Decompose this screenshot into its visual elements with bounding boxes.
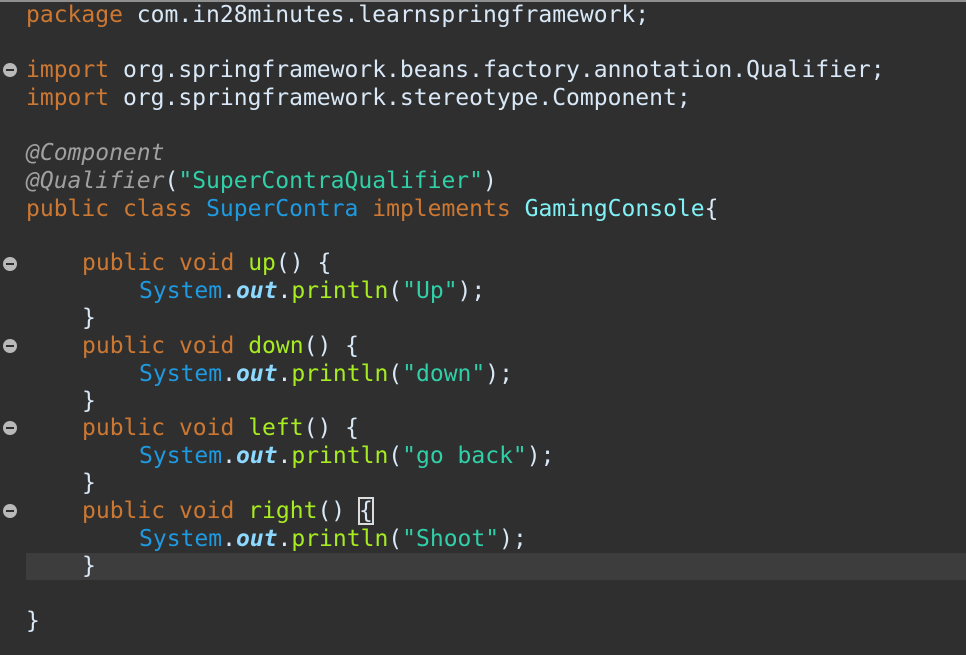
code-line-method-up[interactable]: public void up() { <box>82 249 331 277</box>
signature-tail: () <box>317 498 359 524</box>
code-line-class-close[interactable]: } <box>26 607 40 635</box>
system-class: System <box>139 526 223 552</box>
fold-method-down-icon[interactable] <box>3 339 17 353</box>
println-call: println <box>291 278 389 304</box>
annotation: @Component <box>26 140 165 166</box>
code-line-println-down[interactable]: System.out.println("down"); <box>139 360 513 388</box>
string-literal: "down" <box>402 361 486 387</box>
code-line-close-left[interactable]: } <box>82 469 96 497</box>
statement-end: ); <box>499 526 527 552</box>
package-keyword: package <box>26 2 123 28</box>
void-keyword: void <box>178 333 235 359</box>
public-keyword: public <box>82 498 166 524</box>
signature-tail: () { <box>303 333 359 359</box>
dot: . <box>277 526 292 552</box>
annotation: @Qualifier <box>26 168 165 194</box>
dot: . <box>222 278 236 304</box>
code-line-annotation-component[interactable]: @Component <box>26 139 164 167</box>
code-line-class-declaration[interactable]: public class SuperContra implements Gami… <box>26 195 718 223</box>
import-path: org.springframework.beans.factory.annota… <box>109 57 885 83</box>
interface-name: GamingConsole <box>524 196 705 222</box>
fold-method-right-icon[interactable] <box>3 504 17 518</box>
paren: ( <box>388 361 403 387</box>
statement-end: ); <box>457 278 486 304</box>
code-line-import-component[interactable]: import org.springframework.stereotype.Co… <box>26 84 691 112</box>
string-literal: "Up" <box>402 278 458 304</box>
public-keyword: public <box>82 250 166 276</box>
code-line-println-left[interactable]: System.out.println("go back"); <box>139 442 554 470</box>
brace: } <box>26 608 40 634</box>
brace: { <box>704 196 719 222</box>
code-line-package[interactable]: package com.in28minutes.learnspringframe… <box>26 1 649 29</box>
system-class: System <box>139 361 223 387</box>
string-literal: "go back" <box>402 443 527 469</box>
code-line-method-down[interactable]: public void down() { <box>82 332 359 360</box>
println-call: println <box>291 361 389 387</box>
signature-tail: () { <box>303 415 359 441</box>
void-keyword: void <box>178 250 235 276</box>
code-line-close-up[interactable]: } <box>82 304 96 332</box>
string-literal: "SuperContraQualifier" <box>178 168 483 194</box>
code-line-close-right[interactable]: } <box>82 552 96 580</box>
brace: } <box>82 553 96 579</box>
dot: . <box>222 361 236 387</box>
code-line-close-down[interactable]: } <box>82 387 96 415</box>
dot: . <box>222 526 236 552</box>
method-name: right <box>248 498 318 524</box>
implements-keyword: implements <box>372 196 511 222</box>
paren: ( <box>164 168 179 194</box>
current-line-highlight <box>26 553 966 580</box>
public-keyword: public <box>82 415 166 441</box>
code-line-annotation-qualifier[interactable]: @Qualifier("SuperContraQualifier") <box>26 167 497 195</box>
dot: . <box>222 443 236 469</box>
void-keyword: void <box>178 415 235 441</box>
dot: . <box>277 443 292 469</box>
statement-end: ); <box>526 443 555 469</box>
paren: ( <box>388 443 403 469</box>
method-name: left <box>248 415 304 441</box>
system-class: System <box>139 443 223 469</box>
system-class: System <box>139 278 223 304</box>
method-name: up <box>248 250 276 276</box>
signature-tail: () { <box>275 250 332 276</box>
public-keyword: public <box>82 333 166 359</box>
method-name: down <box>248 333 304 359</box>
paren: ) <box>482 168 497 194</box>
void-keyword: void <box>178 498 235 524</box>
string-literal: "Shoot" <box>402 526 500 552</box>
code-line-method-right[interactable]: public void right() { <box>82 497 374 525</box>
paren: ( <box>388 526 403 552</box>
package-name: com.in28minutes.learnspringframework; <box>122 2 650 28</box>
code-line-println-right[interactable]: System.out.println("Shoot"); <box>139 525 527 553</box>
out-field: out <box>235 526 278 552</box>
brace: } <box>82 305 96 331</box>
dot: . <box>277 361 292 387</box>
out-field: out <box>235 361 278 387</box>
brace: } <box>82 470 96 496</box>
code-line-println-up[interactable]: System.out.println("Up"); <box>139 277 485 305</box>
import-keyword: import <box>26 85 110 111</box>
class-name: SuperContra <box>206 196 359 222</box>
statement-end: ); <box>485 361 513 387</box>
paren: ( <box>388 278 403 304</box>
fold-imports-icon[interactable] <box>3 63 17 77</box>
brace: } <box>82 388 96 414</box>
code-line-import-qualifier[interactable]: import org.springframework.beans.factory… <box>26 56 885 84</box>
fold-method-up-icon[interactable] <box>3 257 17 271</box>
code-editor[interactable]: package com.in28minutes.learnspringframe… <box>0 0 966 655</box>
dot: . <box>277 278 292 304</box>
out-field: out <box>235 443 278 469</box>
import-path: org.springframework.stereotype.Component… <box>109 85 691 111</box>
public-keyword: public <box>26 196 110 222</box>
import-keyword: import <box>26 57 110 83</box>
fold-method-left-icon[interactable] <box>3 421 17 435</box>
println-call: println <box>291 443 389 469</box>
code-line-method-left[interactable]: public void left() { <box>82 414 359 442</box>
out-field: out <box>235 278 278 304</box>
println-call: println <box>291 526 389 552</box>
class-keyword: class <box>122 196 193 222</box>
matched-brace: { <box>358 497 374 525</box>
